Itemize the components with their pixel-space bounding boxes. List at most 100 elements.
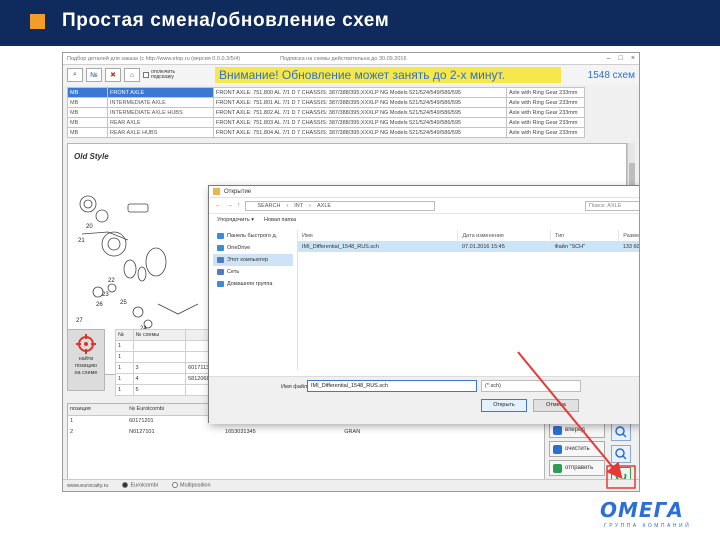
callout-number[interactable]: 22 [108,278,115,284]
disable-hint-checkbox[interactable]: отключить подсказку [143,70,179,80]
forward-icon[interactable]: → [226,202,233,209]
open-button[interactable]: Открыть [481,399,527,412]
folder-icon [217,245,224,251]
category-name: REAR AXLE HUBS [107,127,217,138]
spec-row[interactable]: FRONT AXLE: 751.801 AL 7/1 D 7 CHASSIS: … [213,97,585,108]
radio-multiposition[interactable]: Multiposition [171,482,211,489]
callout-number[interactable]: 25 [120,300,127,306]
find-on-scheme-button[interactable]: найти позицию на схеме [67,329,105,391]
dialog-app-icon [213,188,220,195]
table-cell: 1 [115,362,134,374]
cancel-button[interactable]: Отмена [533,399,579,412]
radio-dot[interactable] [122,482,129,489]
table-cell [132,340,187,352]
zoom-out-icon [615,426,627,438]
filetype-select[interactable]: (*.sch) [481,380,581,392]
dialog-toolbar: Упорядочить ▾ Новая папка ▦ ▾ ? [209,214,639,226]
organize-button[interactable]: Упорядочить ▾ [217,217,254,223]
file-column-header[interactable]: Тип [550,230,620,241]
category-row[interactable]: MB INTERMEDIATE AXLE HUBS [67,107,217,118]
breadcrumb-part[interactable]: SEARCH [258,203,281,209]
filename-input[interactable]: IMI_Differential_1548_RUS.sch [307,380,477,392]
order-column-header[interactable]: позиция [68,404,128,416]
nav-pane-item[interactable]: Домашняя группа [213,278,293,290]
order-row[interactable]: 2 N0127101 1653031345 GRAN [68,426,544,437]
crosshair-icon [76,334,96,354]
category-row[interactable]: MB REAR AXLE [67,117,217,128]
dialog-title: Открытие [224,188,252,195]
spec-row[interactable]: FRONT AXLE: 751.804 AL 7/1 D 7 CHASSIS: … [213,127,585,138]
table-cell: 1 [115,373,134,385]
file-name: IMI_Differential_1548_RUS.sch [298,241,458,252]
app-window-subtitle: Подписка на схемы действительна до 30.09… [280,55,407,62]
delete-button[interactable]: ✖ [105,68,121,82]
parts-column-header[interactable]: № [115,329,134,341]
app-window: Подбор деталей для заказа (с http://www.… [62,52,640,492]
spec-description: FRONT AXLE: 751.803 AL 7/1 D 7 CHASSIS: … [213,117,507,128]
spec-row[interactable]: FRONT AXLE: 751.800 AL 7/1 D 7 CHASSIS: … [213,87,585,98]
file-column-header[interactable]: Имя [298,230,459,241]
home-button[interactable]: ⌂ [124,68,140,82]
file-size: 133 601 КБ [618,241,639,252]
order-action-button[interactable]: очистить [549,441,605,457]
action-icon [553,425,562,435]
new-folder-button[interactable]: Новая папка [264,217,296,223]
close-icon[interactable]: × [631,55,635,62]
callout-number[interactable]: 21 [78,238,85,244]
back-icon[interactable]: ← [215,202,222,209]
find-label-3: на схеме [74,370,98,376]
path-breadcrumb[interactable]: SEARCH › INT › AXLE [244,200,435,211]
brand-name: ОМЕГА [600,498,684,522]
dialog-footer: Имя файла: IMI_Differential_1548_RUS.sch… [209,376,639,424]
callout-number[interactable]: 23 [102,292,109,298]
file-row[interactable]: IMI_Differential_1548_RUS.sch 07.01.2016 … [298,241,639,252]
breadcrumb-part[interactable]: INT [294,203,303,209]
radio-dot[interactable] [171,482,178,489]
file-date: 07.01.2016 15:45 [457,241,551,252]
category-row[interactable]: MB FRONT AXLE [67,87,217,98]
dialog-search-input[interactable]: Поиск: AXLE [585,200,639,211]
radio-eurolcombi[interactable]: Eurolcombi [122,482,158,489]
table-cell: 1 [115,340,134,352]
category-row[interactable]: MB INTERMEDIATE AXLE [67,97,217,108]
checkbox-box[interactable] [143,72,149,78]
file-column-header[interactable]: Дата изменения [457,230,551,241]
maximize-icon[interactable]: □ [619,55,623,62]
dialog-navbar: ← → ↑ SEARCH › INT › AXLE Поиск: AXLE [209,198,639,214]
search-button[interactable]: ⌕ [67,68,83,82]
up-icon[interactable]: ↑ [237,202,241,209]
file-column-header[interactable]: Размер [618,230,639,241]
action-label: очистить [565,446,590,452]
callout-number[interactable]: 26 [96,302,103,308]
radio-label: Multiposition [179,482,211,489]
nav-pane-item[interactable]: Сеть [213,266,293,278]
order-action-button[interactable]: вперед [549,422,605,438]
nav-pane-item[interactable]: Панель быстрого д. [213,230,293,242]
minimize-icon[interactable]: – [607,55,611,62]
action-icon [553,463,562,473]
nav-item-label: OneDrive [227,245,251,251]
table-cell: 5 [132,384,187,396]
dialog-titlebar: Открытие × [209,186,639,198]
callout-number[interactable]: 27 [76,318,83,324]
breadcrumb-part[interactable]: AXLE [317,203,331,209]
spec-description: FRONT AXLE: 751.802 AL 7/1 D 7 CHASSIS: … [213,107,507,118]
zoom-fit-button[interactable] [611,445,631,463]
spec-row[interactable]: FRONT AXLE: 751.803 AL 7/1 D 7 CHASSIS: … [213,117,585,128]
parts-column-header[interactable]: № схемы [132,329,187,341]
header-accent-square [30,14,45,29]
action-icon [553,444,562,454]
zoom-out-button[interactable] [611,423,631,441]
category-name: INTERMEDIATE AXLE [107,97,217,108]
order-action-button[interactable]: отправить [549,460,605,476]
spec-type: Axle with Ring Gear 233mm [506,127,585,138]
spec-row[interactable]: FRONT AXLE: 751.802 AL 7/1 D 7 CHASSIS: … [213,107,585,118]
number-button[interactable]: № [86,68,102,82]
spec-description: FRONT AXLE: 751.801 AL 7/1 D 7 CHASSIS: … [213,97,507,108]
category-row[interactable]: MB REAR AXLE HUBS [67,127,217,138]
nav-pane-item[interactable]: OneDrive [213,242,293,254]
action-label: вперед [565,427,585,433]
nav-pane-item[interactable]: Этот компьютер [213,254,293,266]
find-label-2: позицию [75,363,97,369]
callout-number[interactable]: 20 [86,224,93,230]
